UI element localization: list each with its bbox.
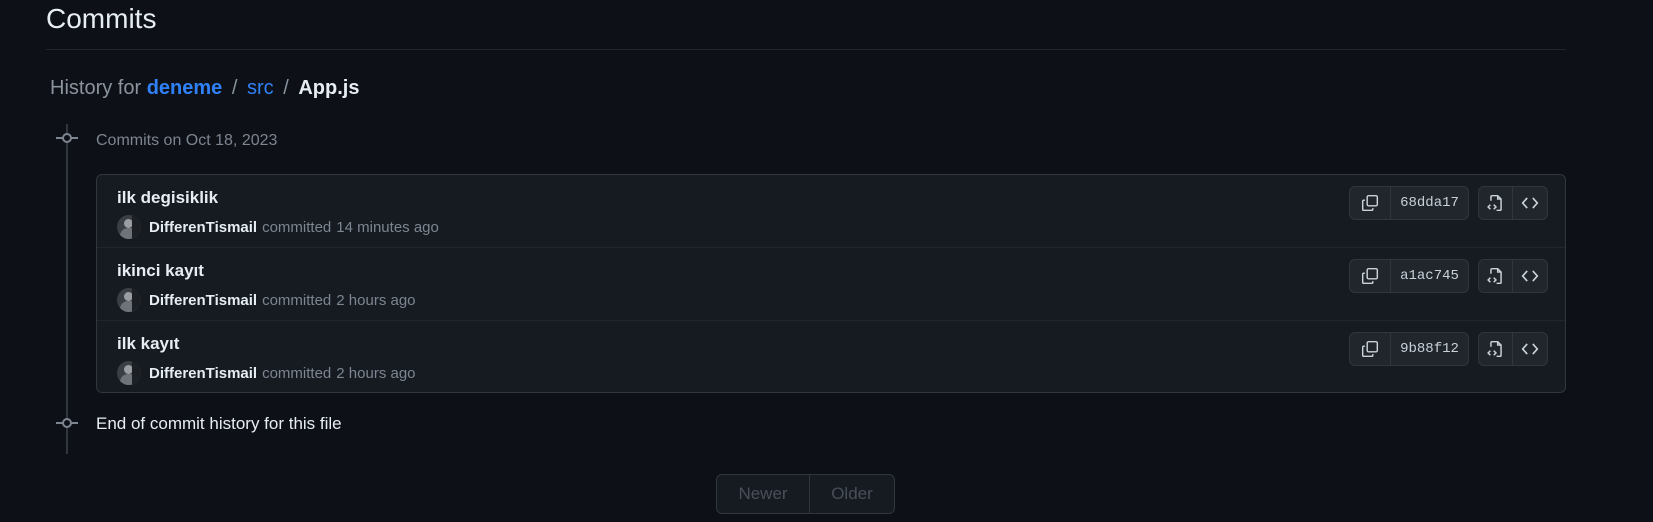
avatar[interactable]	[117, 288, 141, 312]
code-icon	[1521, 270, 1539, 282]
commit-sha-link[interactable]: 68dda17	[1391, 187, 1468, 219]
end-of-history-label: End of commit history for this file	[96, 414, 342, 433]
commit-group-date: Commits on Oct 18, 2023	[96, 132, 278, 149]
commit-time: 14 minutes ago	[336, 218, 439, 236]
sha-button-group: 68dda17	[1349, 186, 1469, 220]
copy-sha-button[interactable]	[1350, 333, 1391, 365]
browse-button-group	[1478, 332, 1548, 366]
commit-row: ikinci kayıt DifferenTismail committed 2…	[97, 247, 1565, 320]
commit-meta: DifferenTismail committed 14 minutes ago	[117, 215, 439, 239]
copy-icon	[1361, 267, 1379, 285]
breadcrumb: History for deneme / src / App.js	[50, 75, 359, 101]
file-code-icon	[1486, 340, 1502, 358]
browse-button-group	[1478, 186, 1548, 220]
browse-button-group	[1478, 259, 1548, 293]
file-code-icon	[1486, 194, 1502, 212]
commit-message-link[interactable]: ilk kayıt	[117, 333, 179, 355]
commit-action: committed	[262, 218, 332, 236]
commit-action: committed	[262, 291, 332, 309]
file-code-icon	[1486, 267, 1502, 285]
timeline-line	[66, 124, 68, 454]
sha-button-group: 9b88f12	[1349, 332, 1469, 366]
newer-button[interactable]: Newer	[717, 475, 810, 513]
breadcrumb-prefix: History for	[50, 77, 142, 99]
avatar[interactable]	[117, 215, 141, 239]
avatar[interactable]	[117, 361, 141, 385]
commit-time: 2 hours ago	[336, 364, 416, 382]
author-link[interactable]: DifferenTismail	[149, 292, 257, 309]
commit-list: ilk degisiklik DifferenTismail committed…	[96, 174, 1566, 393]
sha-button-group: a1ac745	[1349, 259, 1469, 293]
browse-repo-at-commit-button[interactable]	[1513, 260, 1547, 292]
author-link[interactable]: DifferenTismail	[149, 219, 257, 236]
commit-meta: DifferenTismail committed 2 hours ago	[117, 361, 416, 385]
breadcrumb-repo-link[interactable]: deneme	[147, 77, 223, 99]
commit-time: 2 hours ago	[336, 291, 416, 309]
copy-sha-button[interactable]	[1350, 260, 1391, 292]
pagination: Newer Older	[716, 474, 895, 514]
commit-message-link[interactable]: ilk degisiklik	[117, 187, 218, 209]
breadcrumb-current-file: App.js	[298, 77, 360, 99]
browse-repo-at-commit-button[interactable]	[1513, 333, 1547, 365]
title-divider	[46, 49, 1566, 50]
view-file-at-commit-button[interactable]	[1479, 333, 1513, 365]
git-commit-icon	[56, 132, 78, 144]
git-commit-icon	[56, 417, 78, 429]
commit-row: ilk kayıt DifferenTismail committed 2 ho…	[97, 320, 1565, 392]
browse-repo-at-commit-button[interactable]	[1513, 187, 1547, 219]
breadcrumb-folder-link[interactable]: src	[247, 77, 274, 99]
copy-icon	[1361, 194, 1379, 212]
commit-action: committed	[262, 364, 332, 382]
commits-page: Commits History for deneme / src / App.j…	[0, 0, 1653, 522]
commit-sha-link[interactable]: a1ac745	[1391, 260, 1468, 292]
breadcrumb-separator: /	[283, 77, 289, 99]
code-icon	[1521, 343, 1539, 355]
commit-sha-link[interactable]: 9b88f12	[1391, 333, 1468, 365]
view-file-at-commit-button[interactable]	[1479, 187, 1513, 219]
copy-sha-button[interactable]	[1350, 187, 1391, 219]
commit-message-link[interactable]: ikinci kayıt	[117, 260, 204, 282]
commit-row: ilk degisiklik DifferenTismail committed…	[97, 175, 1565, 247]
code-icon	[1521, 197, 1539, 209]
author-link[interactable]: DifferenTismail	[149, 365, 257, 382]
breadcrumb-separator: /	[231, 77, 238, 99]
copy-icon	[1361, 340, 1379, 358]
view-file-at-commit-button[interactable]	[1479, 260, 1513, 292]
commit-meta: DifferenTismail committed 2 hours ago	[117, 288, 416, 312]
older-button[interactable]: Older	[810, 475, 894, 513]
page-title: Commits	[46, 3, 157, 34]
